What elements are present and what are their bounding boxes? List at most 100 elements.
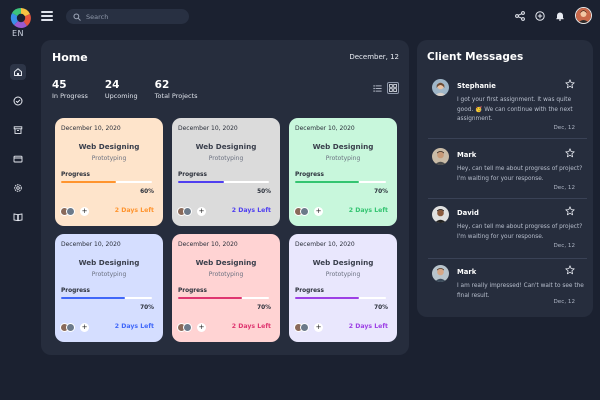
card-title: Web Designing [78,142,140,151]
stat-label: Upcoming [104,92,138,100]
progress-bar [295,181,386,183]
share-icon[interactable] [515,10,525,21]
divider [428,198,587,199]
stat-in-progress: 45 In Progress [52,79,88,100]
star-icon[interactable] [565,79,575,89]
participant-avatar [300,323,309,332]
add-participant-button[interactable]: + [314,207,323,216]
progress-fill [295,297,359,299]
grid-view-button[interactable] [387,82,399,94]
message-item[interactable]: Mark I am really impressed! Can't wait t… [417,265,593,311]
progress-fill [61,297,125,299]
home-panel: Home December, 12 45 In Progress 24 Upco… [41,40,409,355]
book-icon [13,213,23,222]
stat-total-projects: 62 Total Projects [155,79,198,100]
card-subtitle: Prototyping [208,155,244,162]
participants: + [294,207,323,216]
project-card[interactable]: December 10, 2020 Web Designing Prototyp… [289,118,397,226]
logo-text: EN [12,29,25,38]
card-title: Web Designing [312,258,374,267]
card-title: Web Designing [78,258,140,267]
sidebar-item-settings[interactable] [10,180,26,196]
add-participant-button[interactable]: + [80,323,89,332]
stat-upcoming: 24 Upcoming [105,79,138,100]
sidebar-item-tasks[interactable] [10,93,26,109]
add-participant-button[interactable]: + [80,207,89,216]
message-date: Dec, 12 [553,125,576,131]
project-card[interactable]: December 10, 2020 Web Designing Prototyp… [55,234,163,342]
avatar [432,265,449,282]
search-icon [73,12,81,21]
progress-fill [178,297,242,299]
sender-name: David [457,209,479,217]
progress-label: Progress [61,172,90,178]
stat-value: 62 [154,79,170,91]
progress-label: Progress [295,288,324,294]
progress-bar [178,297,269,299]
participants: + [60,207,89,216]
search-bar[interactable] [66,9,189,24]
message-item[interactable]: Mark Hey, can tell me about progress of … [417,148,593,194]
project-card[interactable]: December 10, 2020 Web Designing Prototyp… [172,118,280,226]
card-title: Web Designing [312,142,374,151]
card-title: Web Designing [195,142,257,151]
star-icon[interactable] [565,148,575,158]
progress-percent: 70% [374,189,388,195]
message-text: I got your first assignment. It was quit… [457,97,573,122]
view-toggle [371,82,399,94]
check-circle-icon [13,96,23,106]
days-left: 2 Days Left [231,207,271,214]
participants: + [60,323,89,332]
add-participant-button[interactable]: + [314,323,323,332]
menu-button[interactable] [41,11,53,21]
project-card[interactable]: December 10, 2020 Web Designing Prototyp… [55,118,163,226]
search-input[interactable] [86,12,181,21]
divider [428,138,587,139]
project-card[interactable]: December 10, 2020 Web Designing Prototyp… [289,234,397,342]
logo-icon [10,7,31,28]
avatar [432,206,449,223]
card-subtitle: Prototyping [325,155,361,162]
stat-label: In Progress [52,92,88,100]
message-item[interactable]: David Hey, can tell me about progress of… [417,206,593,252]
days-left: 2 Days Left [114,323,154,330]
star-icon[interactable] [565,206,575,216]
sidebar-item-home[interactable] [10,64,26,80]
top-bar: EN [0,0,600,38]
days-left: 2 Days Left [114,207,154,214]
avatar [432,148,449,165]
participants: + [294,323,323,332]
add-participant-button[interactable]: + [197,207,206,216]
card-date: December 10, 2020 [178,125,238,132]
participant-avatar [183,207,192,216]
stat-label: Total Projects [154,92,198,100]
page-title: Home [52,51,88,64]
sidebar-item-archive[interactable] [10,122,26,138]
card-subtitle: Prototyping [325,271,361,278]
message-item[interactable]: Stephanie I got your first assignment. I… [417,79,593,135]
archive-icon [13,126,23,134]
message-text: Hey, can tell me about progress of proje… [457,224,583,240]
participant-avatar [300,207,309,216]
add-circle-icon[interactable] [535,10,545,21]
participant-avatar [183,323,192,332]
card-subtitle: Prototyping [91,271,127,278]
progress-label: Progress [295,172,324,178]
stat-value: 24 [104,79,120,91]
divider [428,258,587,259]
project-card[interactable]: December 10, 2020 Web Designing Prototyp… [172,234,280,342]
user-avatar[interactable] [575,7,592,24]
star-icon[interactable] [565,265,575,275]
list-view-button[interactable] [371,82,383,94]
sidebar-item-payments[interactable] [10,151,26,167]
add-participant-button[interactable]: + [197,323,206,332]
progress-percent: 70% [374,305,388,311]
progress-fill [295,181,359,183]
bell-icon[interactable] [555,11,565,21]
progress-bar [178,181,269,183]
message-date: Dec, 12 [553,185,576,191]
participants: + [177,207,206,216]
progress-label: Progress [178,288,207,294]
message-date: Dec, 12 [553,243,576,249]
sidebar-item-library[interactable] [10,209,26,225]
